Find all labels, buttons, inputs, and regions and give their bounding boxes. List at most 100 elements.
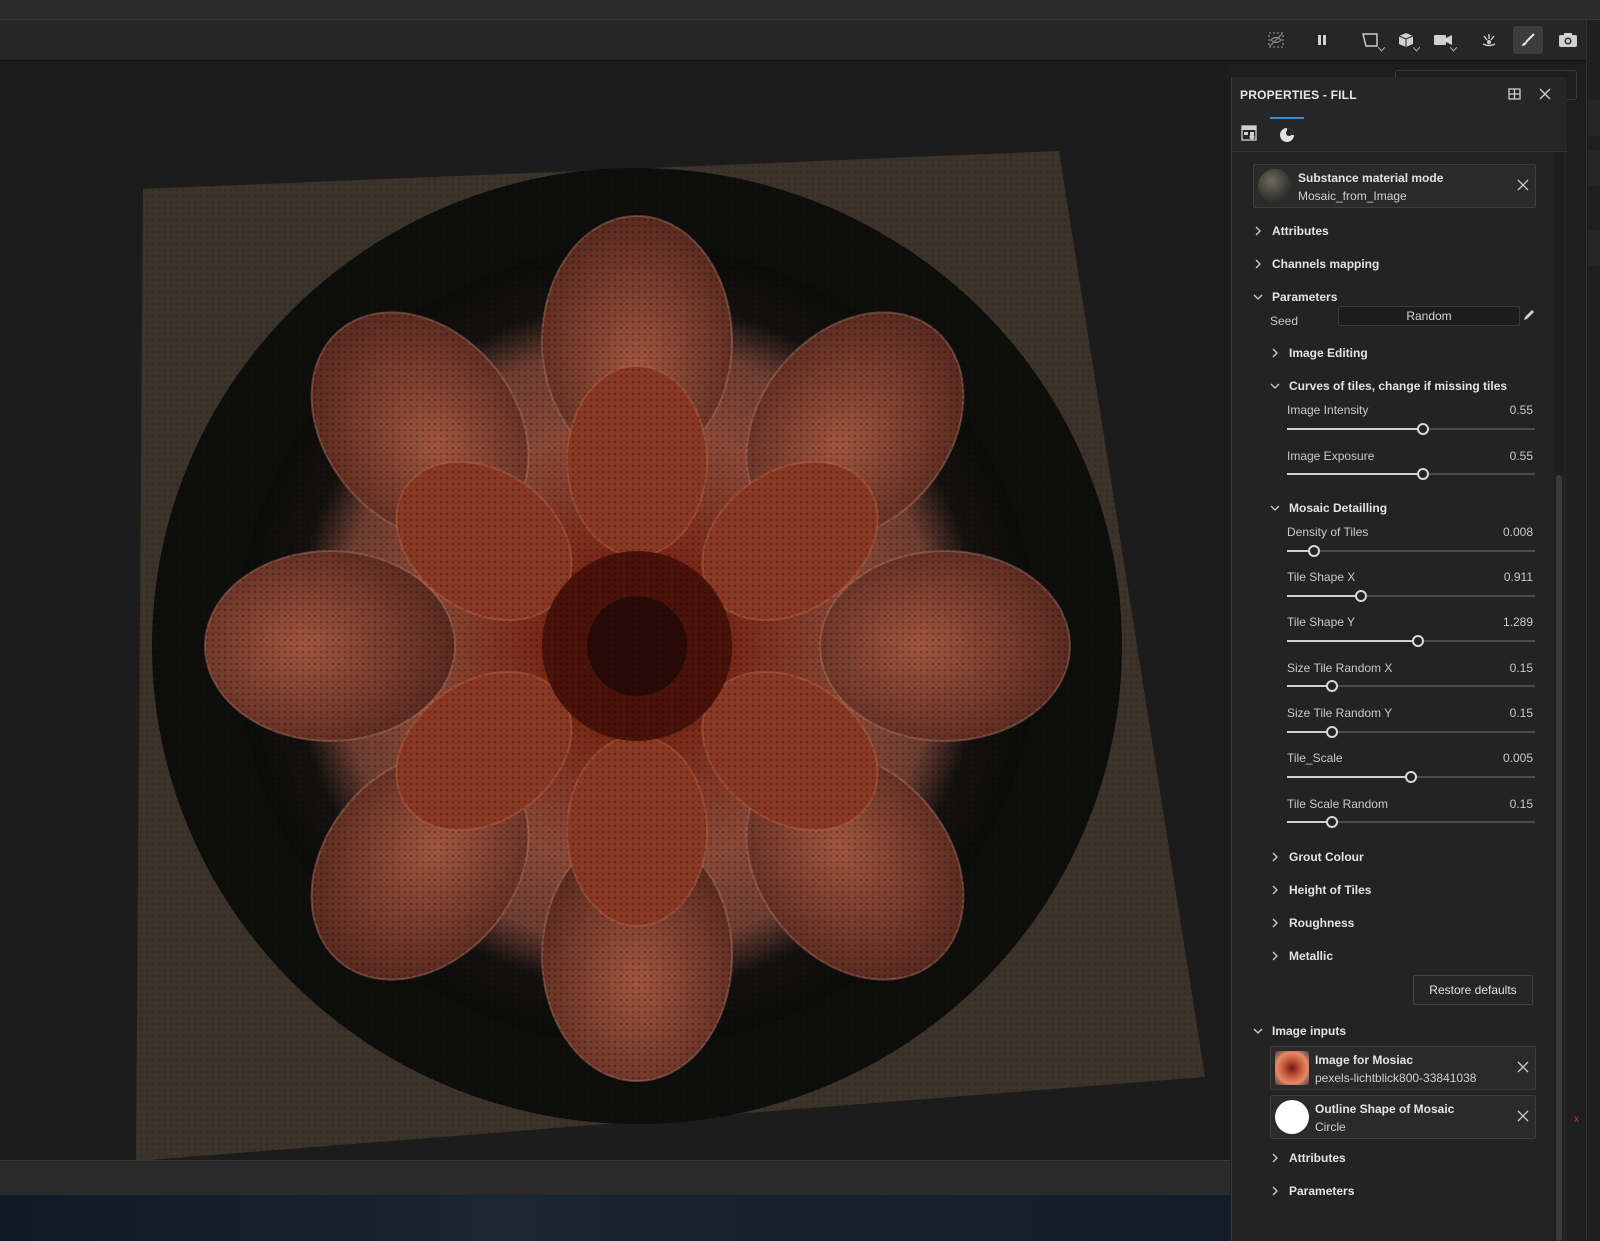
param-slider[interactable]: [1287, 423, 1535, 435]
camera-icon[interactable]: [1428, 26, 1458, 54]
chevron-right-icon: [1272, 918, 1278, 928]
panel-scrollbar-thumb[interactable]: [1556, 475, 1562, 1241]
group-metallic[interactable]: Metallic: [1270, 947, 1333, 965]
param-value[interactable]: 0.15: [1473, 797, 1533, 811]
image-inputs-parameters-label: Parameters: [1289, 1184, 1355, 1198]
param-slider[interactable]: [1287, 590, 1535, 602]
param-value[interactable]: 0.55: [1473, 449, 1533, 463]
param-slider[interactable]: [1287, 816, 1535, 828]
section-image-inputs-label: Image inputs: [1272, 1024, 1347, 1038]
section-attributes-label: Attributes: [1272, 224, 1329, 238]
section-image-inputs[interactable]: Image inputs: [1253, 1022, 1346, 1040]
slider-knob[interactable]: [1417, 423, 1430, 435]
group-roughness[interactable]: Roughness: [1270, 914, 1354, 932]
frame-icon[interactable]: [1356, 26, 1386, 54]
section-parameters[interactable]: Parameters: [1253, 288, 1337, 306]
restore-defaults-button[interactable]: Restore defaults: [1413, 975, 1533, 1005]
param-slider[interactable]: [1287, 468, 1535, 480]
material-ball-icon[interactable]: [1270, 117, 1304, 151]
param-value[interactable]: 0.15: [1473, 706, 1533, 720]
image-inputs-attributes-label: Attributes: [1289, 1151, 1346, 1165]
taskbar-area: [0, 1195, 1230, 1241]
image-inputs-attributes[interactable]: Attributes: [1270, 1149, 1346, 1167]
remove-shape-icon[interactable]: [1517, 1110, 1529, 1122]
fill-settings-icon[interactable]: [1232, 117, 1266, 149]
param-slider[interactable]: [1287, 545, 1535, 557]
slider-knob[interactable]: [1325, 680, 1338, 692]
slider-knob[interactable]: [1308, 545, 1321, 557]
param-value[interactable]: 0.15: [1473, 661, 1533, 675]
section-channels-mapping[interactable]: Channels mapping: [1253, 255, 1379, 273]
cube-icon[interactable]: [1391, 26, 1421, 54]
material-card-title: Substance material mode: [1298, 171, 1444, 185]
red-marker-icon: x: [1574, 1114, 1579, 1125]
section-channels-mapping-label: Channels mapping: [1272, 257, 1380, 271]
param-slider[interactable]: [1287, 635, 1535, 647]
chevron-right-icon: [1255, 259, 1261, 269]
circle-thumbnail: [1275, 1100, 1309, 1134]
dock-tab-3[interactable]: [1588, 230, 1600, 266]
image-thumbnail: [1275, 1051, 1309, 1085]
remove-material-icon[interactable]: [1517, 179, 1529, 191]
chevron-right-icon: [1272, 1186, 1278, 1196]
mosaic-preview-image: [136, 151, 1205, 1161]
image-input-card[interactable]: Image for Mosiac pexels-lichtblick800-33…: [1270, 1046, 1536, 1090]
param-label: Tile Shape X: [1287, 570, 1356, 584]
dock-tab-1[interactable]: [1588, 100, 1600, 136]
dock-tab-2[interactable]: [1588, 150, 1600, 186]
remove-image-icon[interactable]: [1517, 1061, 1529, 1073]
panel-tabbar: [1232, 113, 1567, 152]
slider-knob[interactable]: [1355, 590, 1368, 602]
edit-pencil-icon[interactable]: [1522, 308, 1536, 322]
chevron-right-icon: [1272, 885, 1278, 895]
slider-knob[interactable]: [1412, 635, 1425, 647]
viewport-toolbar: [0, 20, 1600, 61]
group-image-editing-label: Image Editing: [1289, 346, 1368, 360]
chevron-down-icon: [1270, 383, 1280, 389]
group-mosaic-detailling[interactable]: Mosaic Detailling: [1270, 499, 1387, 517]
outline-shape-subtitle: Circle: [1315, 1120, 1346, 1134]
group-grout-colour[interactable]: Grout Colour: [1270, 848, 1364, 866]
pause-icon[interactable]: [1307, 26, 1337, 54]
hide-icon[interactable]: [1261, 26, 1291, 54]
image-input-subtitle: pexels-lichtblick800-33841038: [1315, 1071, 1477, 1085]
section-attributes[interactable]: Attributes: [1253, 222, 1329, 240]
param-value[interactable]: 0.55: [1473, 403, 1533, 417]
slider-knob[interactable]: [1325, 726, 1338, 738]
chevron-right-icon: [1272, 852, 1278, 862]
image-inputs-parameters[interactable]: Parameters: [1270, 1182, 1354, 1200]
3d-viewport[interactable]: [0, 61, 1230, 1161]
param-slider[interactable]: [1287, 726, 1535, 738]
slider-knob[interactable]: [1417, 468, 1430, 480]
brush-icon[interactable]: [1513, 26, 1543, 54]
group-height-of-tiles[interactable]: Height of Tiles: [1270, 881, 1371, 899]
slider-knob[interactable]: [1325, 816, 1338, 828]
group-image-editing[interactable]: Image Editing: [1270, 344, 1368, 362]
group-curves[interactable]: Curves of tiles, change if missing tiles: [1270, 377, 1507, 395]
chevron-right-icon: [1255, 226, 1261, 236]
param-slider[interactable]: [1287, 771, 1535, 783]
right-dock-strip: [1586, 20, 1600, 1241]
slider-knob[interactable]: [1405, 771, 1417, 783]
dock-icon[interactable]: [1507, 86, 1523, 102]
status-bar: [0, 1160, 1230, 1196]
lighting-icon[interactable]: [1474, 26, 1504, 54]
param-label: Tile Shape Y: [1287, 615, 1356, 629]
param-value[interactable]: 0.008: [1473, 525, 1533, 539]
param-label: Size Tile Random X: [1287, 661, 1393, 675]
param-value[interactable]: 0.005: [1473, 751, 1533, 765]
outline-shape-card[interactable]: Outline Shape of Mosaic Circle: [1270, 1095, 1536, 1139]
param-value[interactable]: 1.289: [1473, 615, 1533, 629]
param-label: Density of Tiles: [1287, 525, 1369, 539]
substance-material-card[interactable]: Substance material mode Mosaic_from_Imag…: [1253, 164, 1536, 208]
top-menu-strip: [0, 0, 1600, 20]
group-grout-colour-label: Grout Colour: [1289, 850, 1364, 864]
chevron-right-icon: [1272, 1153, 1278, 1163]
seed-field[interactable]: Random: [1338, 306, 1520, 326]
param-value[interactable]: 0.911: [1473, 570, 1533, 584]
param-label: Tile_Scale: [1287, 751, 1343, 765]
param-slider[interactable]: [1287, 680, 1535, 692]
group-height-of-tiles-label: Height of Tiles: [1289, 883, 1372, 897]
close-icon[interactable]: [1537, 86, 1553, 102]
screenshot-icon[interactable]: [1553, 26, 1583, 54]
